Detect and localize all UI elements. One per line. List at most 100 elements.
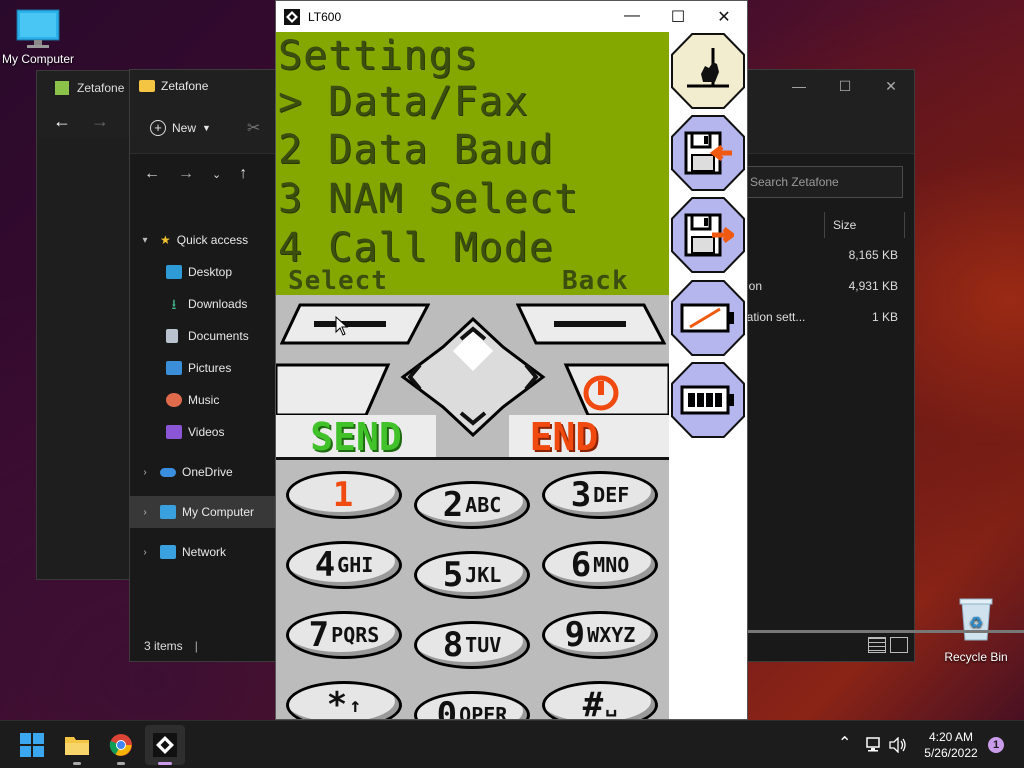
- key-2[interactable]: 2 ABC: [414, 481, 530, 529]
- key-letters: TUV: [465, 633, 502, 657]
- emulator-titlebar[interactable]: LT600 — ☐ ✕: [276, 1, 747, 32]
- status-divider: |: [194, 639, 198, 653]
- nav-item-network[interactable]: › Network: [130, 536, 276, 568]
- key-4[interactable]: 4 GHI: [286, 541, 402, 589]
- picture-icon: [166, 361, 182, 375]
- minimize-button[interactable]: —: [776, 78, 822, 95]
- active-indicator: [158, 762, 172, 765]
- chrome-taskbar-button[interactable]: [101, 725, 141, 765]
- floppy-save-icon: [684, 213, 734, 257]
- key-5[interactable]: 5 JKL: [414, 551, 530, 599]
- column-divider[interactable]: [904, 212, 905, 238]
- nav-item-videos[interactable]: Videos: [130, 416, 276, 448]
- recent-locations-icon[interactable]: ⌄: [212, 168, 221, 181]
- nav-item-label: Network: [182, 545, 227, 559]
- key-letters: GHI: [337, 553, 374, 577]
- column-divider[interactable]: [824, 212, 825, 238]
- size-column-header[interactable]: Size: [833, 218, 856, 232]
- nav-item-label: Downloads: [188, 297, 248, 311]
- load-floppy-button[interactable]: [671, 115, 745, 191]
- key-digit: 7: [308, 615, 330, 655]
- network-icon[interactable]: [865, 737, 883, 753]
- key-digit: 0: [436, 695, 458, 720]
- send-key[interactable]: SEND: [276, 415, 436, 459]
- file-size: 4,931 KB: [848, 279, 898, 293]
- key-digit: 1: [332, 475, 354, 515]
- antenna-hand-button[interactable]: [671, 33, 745, 109]
- network-icon: [160, 545, 176, 559]
- key-1[interactable]: 1: [286, 471, 402, 519]
- key-8[interactable]: 8 TUV: [414, 621, 530, 669]
- explorer-title: Zetafone: [161, 79, 209, 93]
- nav-item-pictures[interactable]: Pictures: [130, 352, 276, 384]
- battery-full-button[interactable]: [671, 362, 745, 438]
- cut-icon[interactable]: ✂: [247, 118, 260, 138]
- emulator-title: LT600: [308, 9, 342, 24]
- nav-item-onedrive[interactable]: › OneDrive: [130, 456, 276, 488]
- save-floppy-button[interactable]: [671, 197, 745, 273]
- nav-item-quick-access[interactable]: ▾ ★ Quick access: [130, 224, 276, 256]
- key-letters: ↑: [349, 693, 362, 717]
- lcd-title: Settings: [278, 33, 479, 79]
- nav-item-label: OneDrive: [182, 465, 233, 479]
- chevron-right-icon[interactable]: ›: [130, 507, 160, 518]
- nav-item-documents[interactable]: Documents: [130, 320, 276, 352]
- nav-item-label: Music: [188, 393, 220, 407]
- mouse-cursor-icon: [335, 316, 349, 336]
- keypad-divider: [276, 457, 669, 460]
- key-letters: OPER: [459, 703, 508, 720]
- end-key[interactable]: END: [509, 415, 669, 459]
- chevron-down-icon: ▼: [202, 122, 211, 133]
- key-letters: MNO: [593, 553, 630, 577]
- chevron-down-icon[interactable]: ▾: [130, 235, 160, 246]
- forward-arrow-icon[interactable]: →: [178, 165, 194, 183]
- file-explorer-taskbar-button[interactable]: [57, 725, 97, 765]
- key-9[interactable]: 9 WXYZ: [542, 611, 658, 659]
- chevron-right-icon[interactable]: ›: [130, 547, 160, 558]
- emulator-app-icon: [153, 733, 177, 757]
- nav-item-my-computer[interactable]: › My Computer: [130, 496, 276, 528]
- key-letters: DEF: [593, 483, 630, 507]
- lcd-menu-item: 4 Call Mode: [278, 225, 554, 271]
- floppy-load-icon: [684, 131, 732, 175]
- details-view-icon[interactable]: [868, 637, 886, 653]
- volume-icon[interactable]: [889, 737, 907, 753]
- chevron-up-icon[interactable]: ⌃: [838, 733, 851, 753]
- notification-badge[interactable]: 1: [988, 737, 1004, 753]
- tiles-view-icon[interactable]: [890, 637, 908, 653]
- forward-arrow-icon[interactable]: →: [91, 111, 109, 132]
- maximize-button[interactable]: ☐: [822, 78, 868, 95]
- battery-empty-icon: [680, 303, 734, 333]
- navigation-pane: ▾ ★ Quick access Desktop ⭳ Downloads Doc…: [130, 224, 276, 568]
- key-star[interactable]: * ↑: [286, 681, 402, 719]
- chevron-right-icon[interactable]: ›: [130, 467, 160, 478]
- maximize-button[interactable]: ☐: [655, 7, 701, 27]
- key-hash[interactable]: # ␣: [542, 681, 658, 719]
- lt600-emulator-window[interactable]: LT600 — ☐ ✕ Settings > Data/Fax 2 Data B…: [275, 0, 748, 720]
- minimize-button[interactable]: —: [609, 7, 655, 27]
- search-input[interactable]: Search Zetafone: [741, 166, 903, 198]
- start-button[interactable]: [12, 725, 52, 765]
- back-arrow-icon[interactable]: ←: [53, 111, 71, 132]
- key-digit: 2: [442, 485, 464, 525]
- my-computer-desktop-icon[interactable]: My Computer: [0, 8, 76, 66]
- nav-item-music[interactable]: Music: [130, 384, 276, 416]
- key-7[interactable]: 7 PQRS: [286, 611, 402, 659]
- new-button[interactable]: + New ▼: [150, 119, 211, 136]
- key-6[interactable]: 6 MNO: [542, 541, 658, 589]
- battery-empty-button[interactable]: [671, 280, 745, 356]
- lt600-taskbar-button[interactable]: [145, 725, 185, 765]
- clock[interactable]: 4:20 AM 5/26/2022: [916, 729, 986, 761]
- close-button[interactable]: ✕: [868, 78, 914, 95]
- back-arrow-icon[interactable]: ←: [144, 165, 160, 183]
- up-arrow-icon[interactable]: ↑: [239, 165, 247, 183]
- key-letters: JKL: [465, 563, 502, 587]
- key-0[interactable]: 0 OPER: [414, 691, 530, 720]
- close-button[interactable]: ✕: [701, 7, 747, 27]
- key-3[interactable]: 3 DEF: [542, 471, 658, 519]
- file-size: 8,165 KB: [848, 248, 898, 262]
- key-digit: 5: [442, 555, 464, 595]
- taskbar: ⌃ 4:20 AM 5/26/2022 1: [0, 720, 1024, 768]
- nav-item-desktop[interactable]: Desktop: [130, 256, 276, 288]
- nav-item-downloads[interactable]: ⭳ Downloads: [130, 288, 276, 320]
